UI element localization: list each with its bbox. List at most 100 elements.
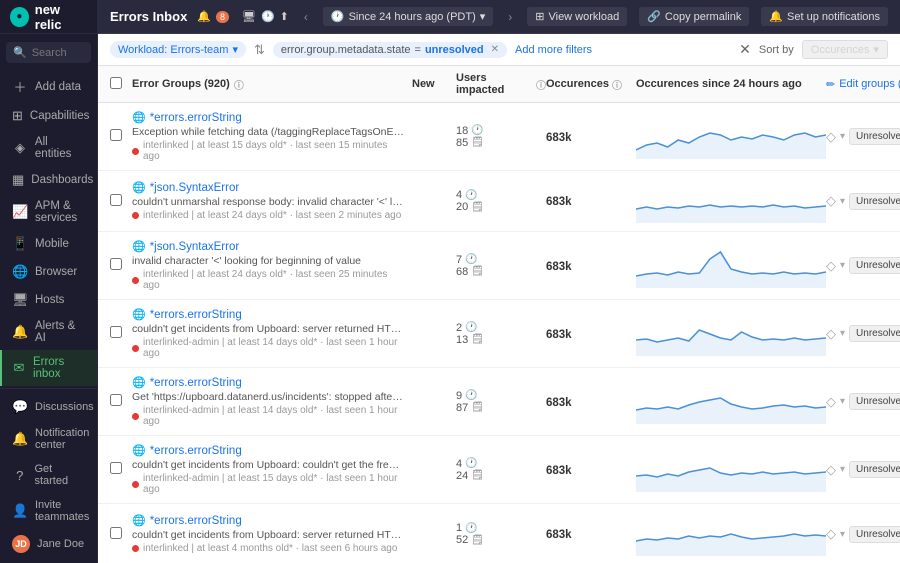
- assign-diamond-icon[interactable]: ◇: [826, 394, 836, 410]
- workload-filter-chip[interactable]: Workload: Errors-team ▾: [110, 41, 246, 58]
- add-filter-button[interactable]: Add more filters: [515, 44, 592, 56]
- meta-text: interlinked-admin | at least 14 days old…: [143, 405, 404, 427]
- table-row[interactable]: 🌐 *errors.errorString couldn't get incid…: [98, 436, 900, 504]
- add-data-icon: ＋: [12, 77, 28, 96]
- row-select-input[interactable]: [110, 326, 122, 338]
- chevron-down-icon[interactable]: ▾: [840, 529, 845, 540]
- error-name[interactable]: *errors.errorString: [150, 112, 242, 124]
- state-filter-chip[interactable]: error.group.metadata.state = unresolved …: [273, 42, 507, 58]
- sidebar-item-hosts[interactable]: 🖥 Hosts: [0, 286, 97, 314]
- row-checkbox[interactable]: [110, 258, 132, 273]
- assign-diamond-icon[interactable]: ◇: [826, 462, 836, 478]
- logo-area[interactable]: ● new relic: [0, 0, 97, 34]
- assign-diamond-icon[interactable]: ◇: [826, 258, 836, 274]
- status-dropdown[interactable]: Unresolved ▾: [849, 393, 900, 410]
- table-row[interactable]: 🌐 *errors.errorString Get 'https://upboa…: [98, 368, 900, 436]
- globe-icon: 🌐: [132, 376, 146, 389]
- row-select-input[interactable]: [110, 129, 122, 141]
- top-bar: Errors Inbox 🔔 8 🖥 🕐 ⬆ ‹ 🕐 Since 24 hour…: [98, 0, 900, 34]
- sidebar-item-add-data[interactable]: ＋ Add data: [0, 71, 97, 102]
- assign-diamond-icon[interactable]: ◇: [826, 193, 836, 209]
- row-checkbox[interactable]: [110, 462, 132, 477]
- sidebar-item-alerts[interactable]: 🔔 Alerts & AI: [0, 314, 97, 350]
- user-count-block: 7 🕐 68 🗒: [456, 254, 546, 278]
- globe-icon: 🌐: [132, 308, 146, 321]
- sidebar-item-errors-inbox[interactable]: ✉ Errors inbox: [0, 350, 97, 386]
- sidebar-item-user[interactable]: JD Jane Doe: [0, 529, 97, 559]
- row-select-input[interactable]: [110, 194, 122, 206]
- row-checkbox[interactable]: [110, 194, 132, 209]
- sidebar-item-dashboards[interactable]: ▦ Dashboards: [0, 166, 97, 194]
- row-occurrences: 683k: [546, 527, 636, 541]
- remove-filter-icon[interactable]: ✕: [491, 44, 499, 55]
- status-dropdown[interactable]: Unresolved ▾: [849, 257, 900, 274]
- row-select-input[interactable]: [110, 258, 122, 270]
- status-dropdown[interactable]: Unresolved ▾: [849, 128, 900, 145]
- sidebar-item-capabilities[interactable]: ⊞ Capabilities: [0, 102, 97, 130]
- error-name[interactable]: *errors.errorString: [150, 309, 242, 321]
- error-title: 🌐 *json.SyntaxError: [132, 240, 404, 253]
- assign-diamond-icon[interactable]: ◇: [826, 129, 836, 145]
- error-name[interactable]: *errors.errorString: [150, 445, 242, 457]
- set-notifications-button[interactable]: 🔔 Set up notifications: [761, 7, 888, 26]
- error-name[interactable]: *json.SyntaxError: [150, 182, 239, 194]
- view-workload-button[interactable]: ⊞ View workload: [527, 7, 627, 26]
- bell-count: 8: [216, 11, 229, 23]
- status-dropdown[interactable]: Unresolved ▾: [849, 193, 900, 210]
- sidebar-item-label: Alerts & AI: [35, 320, 87, 344]
- table-row[interactable]: 🌐 *errors.errorString couldn't get incid…: [98, 504, 900, 563]
- sidebar-item-mobile[interactable]: 📱 Mobile: [0, 230, 97, 258]
- search-input[interactable]: 🔍 Search: [6, 42, 91, 63]
- sidebar-item-discussions[interactable]: 💬 Discussions: [0, 393, 97, 421]
- status-dropdown[interactable]: Unresolved ▾: [849, 325, 900, 342]
- row-actions: ◇ ▾ Unresolved ▾ 👤: [826, 128, 900, 145]
- chevron-down-icon[interactable]: ▾: [840, 131, 845, 142]
- time-selector[interactable]: 🕐 Since 24 hours ago (PDT) ▾: [323, 7, 493, 26]
- row-checkbox[interactable]: [110, 527, 132, 542]
- select-all-input[interactable]: [110, 77, 122, 89]
- sidebar-item-invite-teammates[interactable]: 👤 Invite teammates: [0, 493, 97, 529]
- chevron-down-icon[interactable]: ▾: [840, 396, 845, 407]
- row-checkbox[interactable]: [110, 394, 132, 409]
- time-back-button[interactable]: ‹: [301, 10, 311, 24]
- clock-icon: 🕐: [261, 10, 275, 23]
- sidebar-item-get-started[interactable]: ? Get started: [0, 457, 97, 493]
- chevron-down-icon[interactable]: ▾: [840, 260, 845, 271]
- table-row[interactable]: 🌐 *json.SyntaxError invalid character '<…: [98, 232, 900, 300]
- row-select-input[interactable]: [110, 462, 122, 474]
- select-all-checkbox[interactable]: [110, 77, 132, 92]
- row-error-info: 🌐 *errors.errorString couldn't get incid…: [132, 444, 412, 495]
- filter-icon[interactable]: ⇅: [254, 42, 265, 58]
- chevron-down-icon[interactable]: ▾: [840, 196, 845, 207]
- chevron-down-icon[interactable]: ▾: [840, 328, 845, 339]
- clear-filters-button[interactable]: ✕: [739, 41, 751, 58]
- table-row[interactable]: 🌐 *json.SyntaxError couldn't unmarshal r…: [98, 171, 900, 232]
- error-name[interactable]: *errors.errorString: [150, 377, 242, 389]
- error-name[interactable]: *json.SyntaxError: [150, 241, 239, 253]
- table-row[interactable]: 🌐 *errors.errorString couldn't get incid…: [98, 300, 900, 368]
- meta-text: interlinked | at least 24 days old* · la…: [143, 269, 404, 291]
- sidebar-item-notification-center[interactable]: 🔔 Notification center: [0, 421, 97, 457]
- sort-button[interactable]: Occurences ▾: [802, 40, 888, 59]
- row-checkbox[interactable]: [110, 129, 132, 144]
- assign-diamond-icon[interactable]: ◇: [826, 326, 836, 342]
- file-icon: 🗒: [471, 334, 484, 345]
- sidebar-item-label: Add data: [35, 81, 81, 93]
- row-checkbox[interactable]: [110, 326, 132, 341]
- meta-text: interlinked | at least 4 months old* · l…: [143, 543, 397, 554]
- copy-permalink-button[interactable]: 🔗 Copy permalink: [639, 7, 749, 26]
- sidebar-item-browser[interactable]: 🌐 Browser: [0, 258, 97, 286]
- edit-groups-button[interactable]: ✏ Edit groups (0 of 920) ▾: [826, 78, 900, 91]
- status-dropdown[interactable]: Unresolved ▾: [849, 526, 900, 543]
- error-name[interactable]: *errors.errorString: [150, 515, 242, 527]
- chevron-down-icon[interactable]: ▾: [840, 464, 845, 475]
- row-select-input[interactable]: [110, 394, 122, 406]
- error-title: 🌐 *errors.errorString: [132, 376, 404, 389]
- status-dropdown[interactable]: Unresolved ▾: [849, 461, 900, 478]
- table-row[interactable]: 🌐 *errors.errorString Exception while fe…: [98, 103, 900, 171]
- time-forward-button[interactable]: ›: [505, 10, 515, 24]
- sidebar-item-all-entities[interactable]: ◈ All entities: [0, 130, 97, 166]
- sidebar-item-apm[interactable]: 📈 APM & services: [0, 194, 97, 230]
- row-select-input[interactable]: [110, 527, 122, 539]
- assign-diamond-icon[interactable]: ◇: [826, 526, 836, 542]
